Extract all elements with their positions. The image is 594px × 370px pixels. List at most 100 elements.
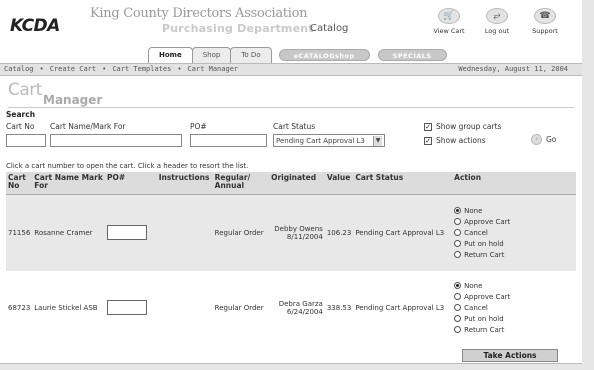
page-title-manager: Manager	[43, 93, 103, 107]
radio-icon[interactable]	[454, 315, 462, 322]
originated-date: 8/11/2004	[286, 232, 323, 241]
action-radio-group: None Approve Cart Cancel Put on hold Ret…	[454, 282, 574, 334]
breadcrumb-separator: •	[102, 65, 107, 73]
show-group-carts-checkbox[interactable]: ✓ Show group carts	[424, 122, 501, 131]
cart-status-value: Pending Cart Approval L3	[276, 136, 365, 145]
header-regular-annual[interactable]: Regular/ Annual	[212, 172, 270, 195]
po-row-input[interactable]	[106, 225, 147, 241]
view-cart-icon[interactable]: 🛒	[438, 8, 460, 24]
action-cancel-radio[interactable]: Cancel	[454, 304, 574, 312]
action-radio-group: None Approve Cart Cancel Put on hold Ret…	[454, 207, 574, 259]
action-label: Cancel	[464, 228, 488, 237]
action-approve-radio[interactable]: Approve Cart	[454, 218, 574, 226]
po-row-input[interactable]	[106, 300, 147, 315]
cart-number-link[interactable]: 71156	[6, 194, 33, 271]
breadcrumb-catalog[interactable]: Catalog	[4, 65, 34, 73]
cart-status-select[interactable]: Pending Cart Approval L3 ▼	[273, 134, 385, 147]
header-cart-no[interactable]: Cart No	[6, 172, 33, 195]
po-input[interactable]	[190, 134, 267, 147]
cart-name-label: Cart Name/Mark For	[50, 122, 126, 131]
originated-date: 6/24/2004	[286, 307, 323, 316]
breadcrumb-create-cart[interactable]: Create Cart	[50, 65, 96, 73]
header-cart-name[interactable]: Cart Name Mark For	[32, 172, 105, 195]
department-name: Purchasing Department	[162, 22, 314, 35]
show-actions-checkbox[interactable]: ✓ Show actions	[424, 136, 486, 145]
header-icons: 🛒 View Cart ⥂ Log out ☎ Support	[432, 8, 562, 35]
cart-status-cell: Pending Cart Approval L3	[353, 194, 453, 271]
radio-icon[interactable]	[454, 251, 462, 259]
action-hold-radio[interactable]: Put on hold	[454, 240, 574, 248]
radio-icon[interactable]	[454, 304, 462, 311]
breadcrumb-cart-manager[interactable]: Cart Manager	[188, 65, 239, 73]
radio-icon[interactable]	[454, 240, 462, 248]
action-label: Cancel	[464, 303, 488, 312]
ecatalog-shop-button[interactable]: eCATALOGshop	[278, 49, 370, 61]
tab-home[interactable]: Home	[148, 47, 193, 63]
chevron-down-icon[interactable]: ▼	[373, 135, 382, 146]
log-out-icon[interactable]: ⥂	[486, 8, 508, 24]
action-label: Return Cart	[464, 250, 505, 259]
header-instructions[interactable]: Instructions	[156, 172, 213, 195]
header-value[interactable]: Value	[324, 172, 354, 195]
po-cell	[104, 271, 157, 344]
action-return-radio[interactable]: Return Cart	[454, 251, 574, 259]
instructions-cell	[156, 194, 213, 271]
breadcrumb: Catalog • Create Cart • Cart Templates •…	[4, 65, 238, 73]
title-divider	[8, 107, 574, 108]
radio-selected-icon[interactable]	[454, 207, 462, 215]
tab-shop[interactable]: Shop	[191, 47, 232, 63]
radio-icon[interactable]	[454, 326, 462, 333]
cart-table: Cart No Cart Name Mark For PO# Instructi…	[6, 172, 576, 344]
action-none-radio[interactable]: None	[454, 282, 574, 290]
view-cart-link[interactable]: 🛒 View Cart	[432, 8, 466, 35]
go-button[interactable]: › Go	[531, 134, 556, 145]
header-cart-status[interactable]: Cart Status	[353, 172, 453, 195]
header-action[interactable]: Action	[452, 172, 576, 195]
action-label: Return Cart	[464, 325, 505, 334]
po-cell	[104, 194, 157, 271]
log-out-link[interactable]: ⥂ Log out	[480, 8, 514, 35]
go-arrow-icon[interactable]: ›	[531, 134, 542, 145]
support-label[interactable]: Support	[532, 27, 558, 35]
header-originated[interactable]: Originated	[269, 172, 325, 195]
value-cell: 106.23	[324, 194, 354, 271]
view-cart-label[interactable]: View Cart	[433, 27, 464, 35]
instructions-note: Click a cart number to open the cart. Cl…	[6, 162, 249, 170]
radio-icon[interactable]	[454, 293, 462, 300]
specials-button[interactable]: SPECIALS	[377, 49, 447, 61]
current-date: Wednesday, August 11, 2004	[458, 65, 568, 73]
cart-status-cell: Pending Cart Approval L3	[353, 271, 453, 344]
kcda-logo[interactable]: KCDA	[10, 16, 60, 36]
support-icon[interactable]: ☎	[534, 8, 556, 24]
action-return-radio[interactable]: Return Cart	[454, 326, 574, 334]
action-cell: None Approve Cart Cancel Put on hold Ret…	[452, 271, 576, 344]
bottom-divider	[0, 363, 582, 364]
go-label: Go	[546, 135, 557, 144]
header-po[interactable]: PO#	[104, 172, 157, 195]
take-actions-button[interactable]: Take Actions	[462, 349, 558, 362]
checkbox-checked-icon[interactable]: ✓	[424, 122, 432, 131]
action-cell: None Approve Cart Cancel Put on hold Ret…	[452, 194, 576, 271]
breadcrumb-cart-templates[interactable]: Cart Templates	[112, 65, 171, 73]
checkbox-checked-icon[interactable]: ✓	[424, 136, 432, 145]
cart-no-label: Cart No	[6, 122, 35, 131]
action-hold-radio[interactable]: Put on hold	[454, 315, 574, 323]
radio-icon[interactable]	[454, 218, 462, 226]
action-none-radio[interactable]: None	[454, 207, 574, 215]
cart-name-input[interactable]	[50, 134, 182, 147]
log-out-label[interactable]: Log out	[485, 27, 509, 35]
regular-annual-cell: Regular Order	[212, 271, 270, 344]
radio-selected-icon[interactable]	[454, 282, 462, 289]
tab-todo[interactable]: To Do	[230, 47, 272, 63]
originated-by: Debby Owens	[274, 224, 323, 233]
cart-no-input[interactable]	[6, 134, 46, 147]
action-approve-radio[interactable]: Approve Cart	[454, 293, 574, 301]
support-link[interactable]: ☎ Support	[528, 8, 562, 35]
cart-number-link[interactable]: 68723	[6, 271, 33, 344]
page-title-cart: Cart	[8, 80, 42, 100]
radio-icon[interactable]	[454, 229, 462, 237]
table-row: 71156 Rosanne Cramer Regular Order Debby…	[6, 194, 576, 271]
action-cancel-radio[interactable]: Cancel	[454, 229, 574, 237]
show-actions-label: Show actions	[436, 136, 486, 145]
po-label: PO#	[190, 122, 207, 131]
